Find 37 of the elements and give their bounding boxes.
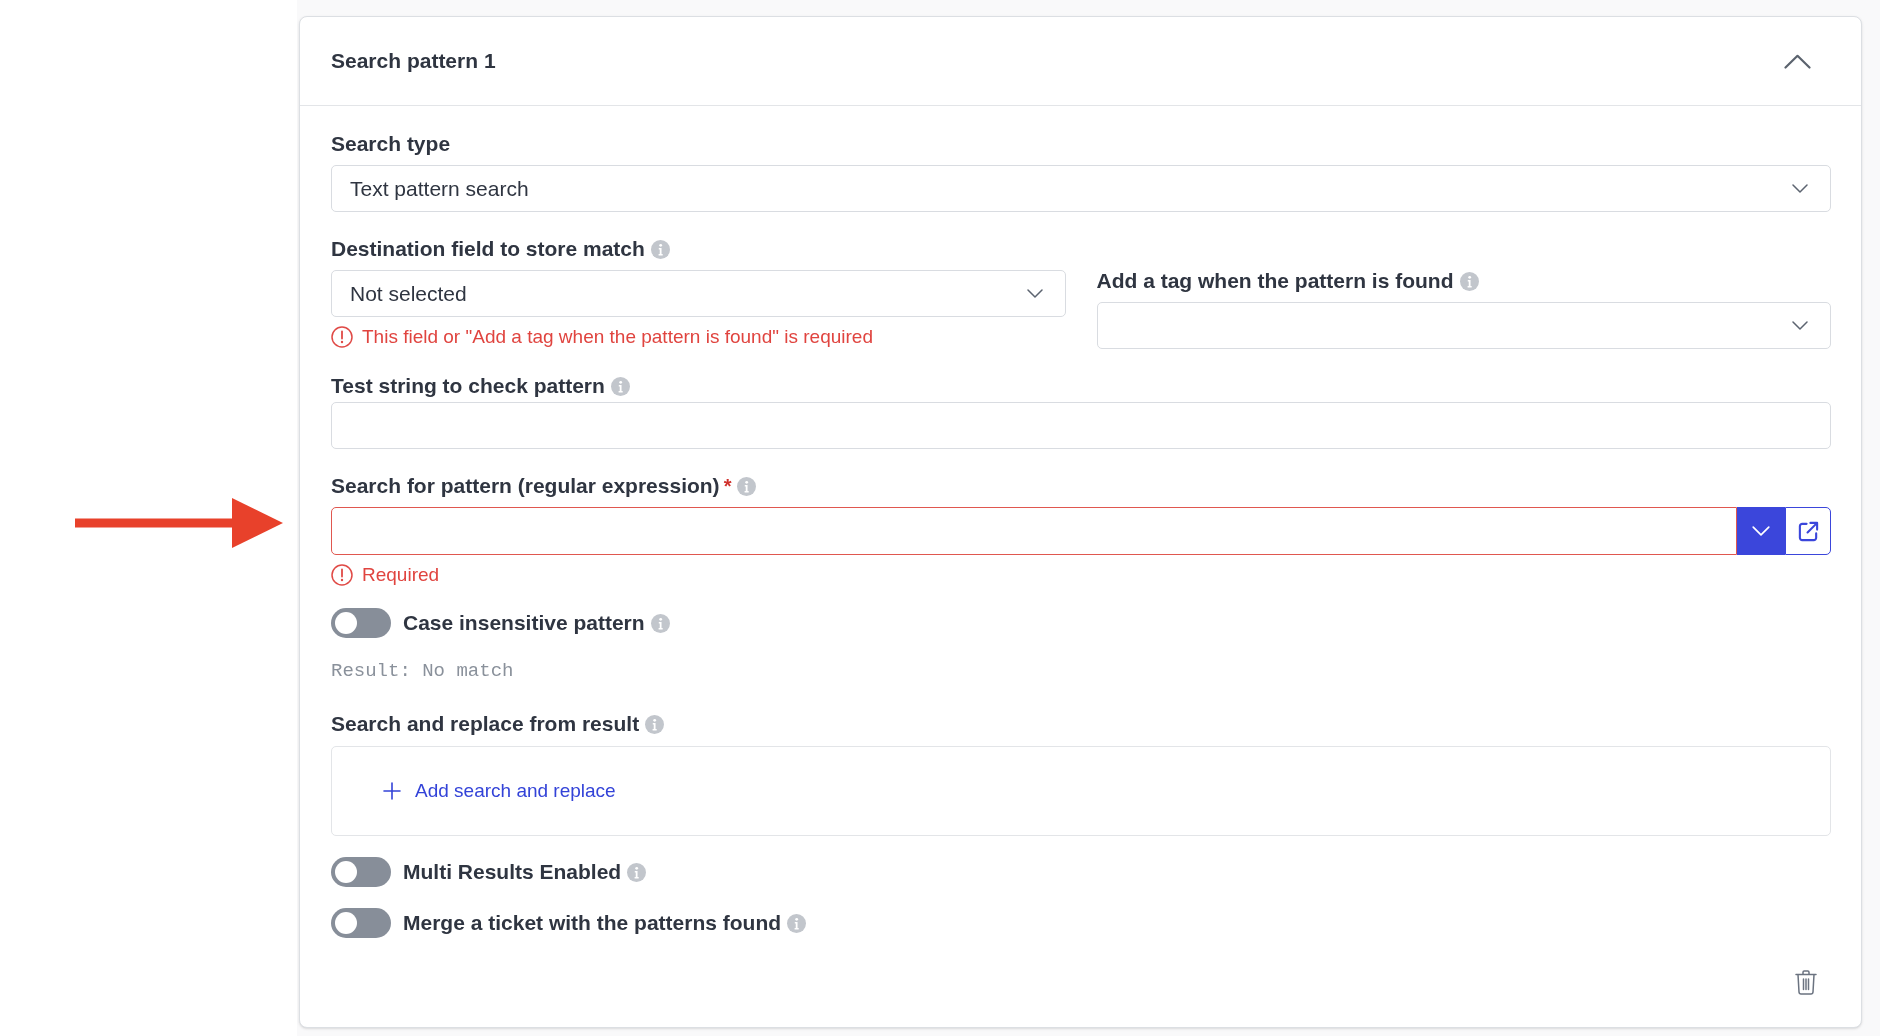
pattern-input-field[interactable] <box>331 507 1737 555</box>
toggle-switch[interactable] <box>331 908 391 938</box>
dropdown-button[interactable] <box>1737 507 1785 555</box>
chevron-down-icon <box>1026 289 1043 298</box>
field-label: Search for pattern (regular expression) <box>331 474 720 498</box>
chevron-down-icon <box>1792 184 1808 193</box>
trash-icon <box>1795 970 1817 995</box>
field-label: Search and replace from result <box>331 712 640 736</box>
error-icon <box>331 564 353 586</box>
open-external-button[interactable] <box>1785 507 1831 555</box>
toggle-switch[interactable] <box>331 608 391 638</box>
error-icon <box>331 326 353 348</box>
plus-icon <box>383 782 401 800</box>
field-label: Destination field to store match <box>331 237 645 261</box>
field-label: Test string to check pattern <box>331 374 605 398</box>
add-search-replace-link[interactable]: Add search and replace <box>383 776 616 806</box>
delete-button[interactable] <box>1795 970 1817 995</box>
toggle-label: Merge a ticket with the patterns found <box>403 911 782 935</box>
input-field[interactable] <box>331 402 1831 449</box>
result-text: Result: No match <box>331 659 514 683</box>
dropdown[interactable]: Text pattern search <box>331 165 1831 212</box>
toggle-switch[interactable] <box>331 857 391 887</box>
required-mark: * <box>723 474 732 498</box>
collapse-button[interactable] <box>1784 53 1811 69</box>
field-label: Search type <box>331 132 451 156</box>
chevron-down-icon <box>1752 526 1770 536</box>
chevron-down-icon <box>1792 321 1808 330</box>
external-link-icon <box>1796 519 1820 543</box>
toggle-label: Case insensitive pattern <box>403 611 645 635</box>
error-message: Required <box>362 563 440 587</box>
toggle-label: Multi Results Enabled <box>403 860 622 884</box>
field-label: Add a tag when the pattern is found <box>1096 269 1454 293</box>
dropdown[interactable]: Not selected <box>331 270 1066 317</box>
arrow-icon <box>75 498 283 548</box>
panel-title: Search pattern 1 <box>331 48 496 75</box>
error-message: This field or "Add a tag when the pattern is found" is required <box>362 325 873 349</box>
chevron-up-icon <box>1784 53 1811 69</box>
